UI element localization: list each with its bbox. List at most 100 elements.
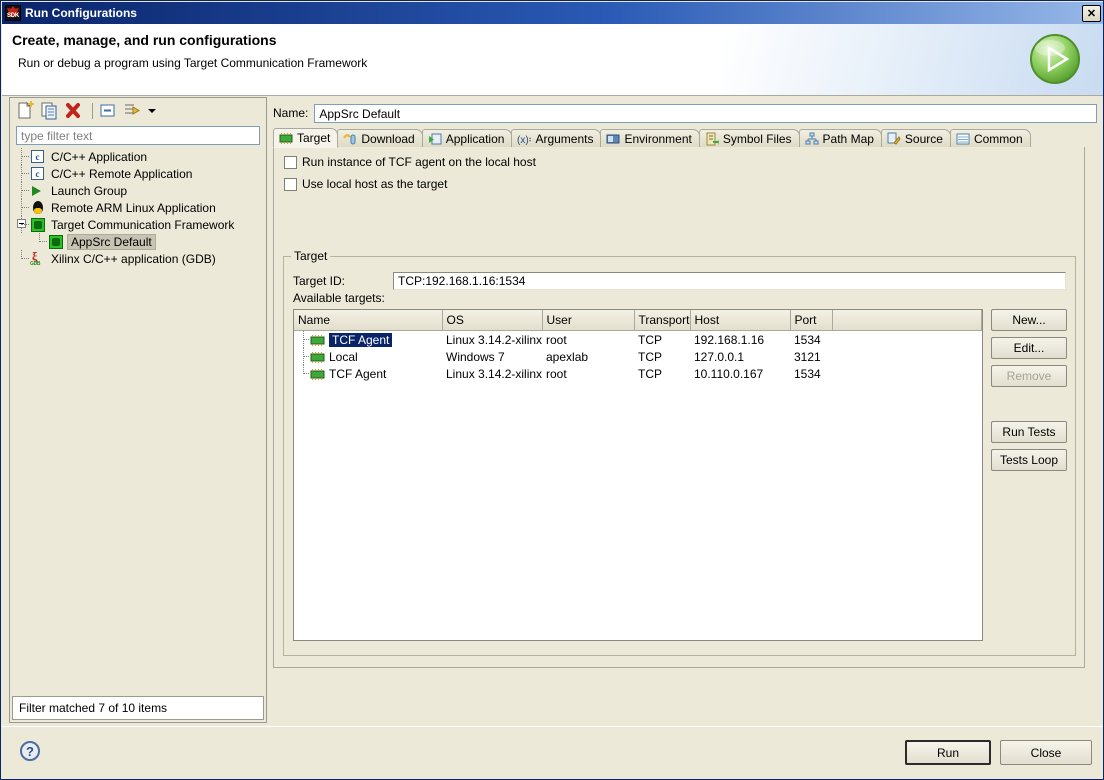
tab-download[interactable]: Download (337, 129, 423, 148)
toolbar-separator (92, 103, 93, 119)
table-row[interactable]: TCF Agent Linux 3.14.2-xilinx root TCP 1… (294, 331, 982, 349)
target-spacer-cell (832, 331, 982, 349)
window-title: Run Configurations (25, 6, 137, 20)
tree-item-target-communication-framework[interactable]: Target Communication Framework (12, 216, 264, 233)
new-launch-configuration-icon[interactable] (15, 101, 37, 121)
target-name-cell: TCF Agent (298, 365, 442, 382)
target-id-input[interactable]: TCP:192.168.1.16:1534 (393, 271, 1066, 290)
edit-target-button[interactable]: Edit... (991, 337, 1067, 359)
target-name-label: Local (329, 349, 358, 364)
tab-arguments[interactable]: (x)= Arguments (511, 129, 602, 148)
chevron-down-icon[interactable] (146, 101, 158, 121)
filter-input[interactable]: type filter text (16, 126, 260, 145)
target-name-label: TCF Agent (329, 366, 387, 381)
common-icon (956, 132, 970, 146)
run-tcf-agent-local-host-checkbox[interactable]: Run instance of TCF agent on the local h… (284, 155, 1084, 169)
run-play-badge-icon (1030, 34, 1080, 84)
target-host-cell: 10.110.0.167 (694, 366, 764, 381)
column-header-os[interactable]: OS (442, 310, 543, 331)
tree-item-launch-group[interactable]: Launch Group (12, 182, 264, 199)
gdb-icon: ξ GDB (30, 248, 41, 267)
configuration-name-label: Name: (273, 106, 309, 120)
column-header-port[interactable]: Port (790, 310, 833, 331)
available-targets-table[interactable]: Name OS User Transport Host Port TCF Age… (293, 309, 983, 641)
tree-item-label: C/C++ Application (51, 149, 148, 164)
run-button[interactable]: Run (905, 740, 991, 765)
target-action-buttons: New... Edit... Remove Run Tests Tests Lo… (991, 309, 1067, 477)
checkbox-box (284, 177, 297, 191)
column-header-name[interactable]: Name (294, 310, 443, 331)
source-icon (887, 132, 901, 146)
tab-label: Source (904, 132, 943, 146)
svg-text:(x)=: (x)= (517, 135, 531, 146)
tree-item-c-application[interactable]: c C/C++ Application (12, 148, 264, 165)
tab-target[interactable]: Target (273, 128, 339, 148)
use-local-host-as-target-checkbox[interactable]: Use local host as the target (284, 177, 1084, 191)
environment-icon (606, 132, 620, 146)
configuration-name-input[interactable]: AppSrc Default (314, 103, 1097, 123)
remove-target-button: Remove (991, 365, 1067, 387)
run-configurations-dialog: SDK Run Configurations ✕ Create, manage,… (0, 0, 1104, 780)
column-header-spacer[interactable] (832, 310, 982, 331)
close-icon[interactable]: ✕ (1082, 4, 1101, 22)
tab-application[interactable]: Application (421, 129, 513, 148)
tree-toolbar (10, 98, 266, 124)
tab-label: Arguments (535, 132, 594, 146)
collapse-all-icon[interactable] (98, 101, 120, 121)
target-user-cell: root (546, 366, 567, 381)
tab-source[interactable]: Source (880, 129, 951, 148)
column-header-host[interactable]: Host (690, 310, 791, 331)
tree-item-xilinx-gdb-application[interactable]: ξ GDB Xilinx C/C++ application (GDB) (12, 250, 264, 267)
arguments-icon: (x)= (517, 132, 535, 146)
target-transport-cell: TCP (638, 349, 662, 364)
tree-item-label: AppSrc Default (67, 233, 156, 250)
target-os-cell: Linux 3.14.2-xilinx (446, 366, 543, 381)
target-user-cell: apexlab (546, 349, 589, 364)
checkbox-label: Run instance of TCF agent on the local h… (302, 155, 536, 169)
tree-item-remote-arm-linux-application[interactable]: Remote ARM Linux Application (12, 199, 264, 216)
tree-item-c-remote-application[interactable]: c C/C++ Remote Application (12, 165, 264, 182)
tests-loop-button[interactable]: Tests Loop (991, 449, 1067, 471)
help-icon[interactable]: ? (20, 741, 40, 761)
column-header-transport[interactable]: Transport (634, 310, 691, 331)
dialog-header: Create, manage, and run configurations R… (2, 24, 1103, 96)
tab-label: Download (361, 132, 415, 146)
target-id-label: Target ID: (293, 273, 346, 288)
close-button[interactable]: Close (1000, 740, 1092, 765)
target-port-cell: 1534 (794, 366, 821, 381)
table-row[interactable]: Local Windows 7 apexlab TCP 127.0.0.1 31… (294, 348, 982, 365)
table-header-row: Name OS User Transport Host Port (294, 310, 982, 331)
tab-path-map[interactable]: Path Map (798, 129, 882, 148)
path-map-icon (805, 132, 819, 146)
tree-indent (12, 182, 30, 199)
tree-indent (12, 250, 30, 267)
tab-common[interactable]: Common (949, 129, 1031, 148)
run-tests-button[interactable]: Run Tests (991, 421, 1067, 443)
target-port-cell: 3121 (794, 349, 821, 364)
launch-group-icon (30, 183, 46, 199)
table-row[interactable]: TCF Agent Linux 3.14.2-xilinx root TCP 1… (294, 365, 982, 382)
tree-item-label: Xilinx C/C++ application (GDB) (51, 251, 216, 266)
available-targets-label: Available targets: (293, 291, 385, 305)
checkbox-label: Use local host as the target (302, 177, 448, 191)
tcf-agent-chip-icon (310, 367, 326, 381)
linux-penguin-icon (30, 200, 46, 216)
tree-item-label: Launch Group (51, 183, 128, 198)
gdb-icon-label: GDB (30, 260, 41, 267)
checkbox-box (284, 155, 297, 169)
tree-item-label: Remote ARM Linux Application (51, 200, 216, 215)
button-gap (991, 393, 1067, 421)
tree-item-appsrc-default[interactable]: AppSrc Default (12, 233, 264, 250)
filter-launch-configurations-icon[interactable] (122, 101, 144, 121)
tcf-icon (30, 217, 46, 233)
tab-label: Symbol Files (722, 132, 792, 146)
column-header-user[interactable]: User (542, 310, 635, 331)
new-target-button[interactable]: New... (991, 309, 1067, 331)
tree-expander-collapse-icon[interactable] (17, 219, 26, 228)
launch-configuration-tree: c C/C++ Application c C/C++ Remote Appli… (12, 148, 264, 694)
tab-environment[interactable]: Environment (600, 129, 700, 148)
delete-launch-configuration-icon[interactable] (63, 101, 85, 121)
c-remote-application-icon: c (30, 166, 46, 182)
duplicate-launch-configuration-icon[interactable] (39, 101, 61, 121)
tab-symbol-files[interactable]: Symbol Files (698, 129, 800, 148)
